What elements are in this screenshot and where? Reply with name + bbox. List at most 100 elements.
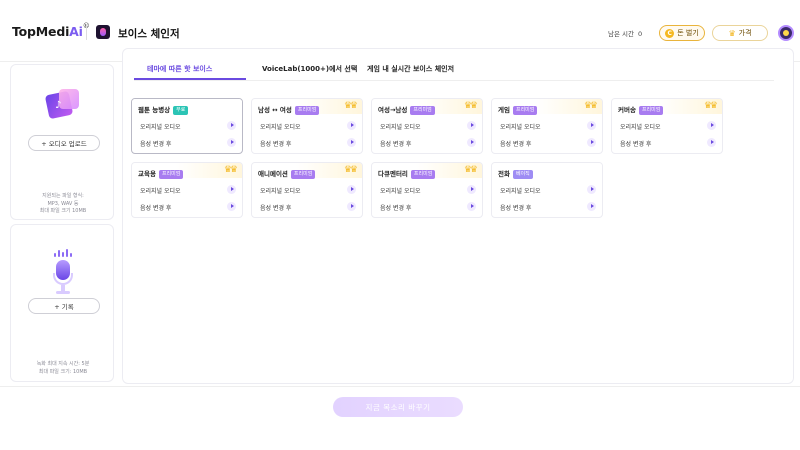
tab-realtime-game[interactable]: 게임 내 실시간 보이스 체인저	[367, 64, 454, 74]
voice-card[interactable]: 남성 ↔ 여성 프리미엄 ♛♛ 오리지널 오디오음성 변경 후	[251, 98, 363, 154]
play-icon[interactable]	[467, 121, 476, 130]
voice-card-header: 여성→남성 프리미엄 ♛♛	[372, 99, 482, 115]
voice-card-header: 애니메이션 프리미엄 ♛♛	[252, 163, 362, 179]
upload-audio-card: ♪ + 오디오 업로드 지원되는 파일 형식: MP3, WAV 등 최대 파일…	[10, 64, 114, 220]
pricing-label: 가격	[738, 29, 752, 37]
play-icon[interactable]	[347, 202, 356, 211]
voice-card[interactable]: 전화 베이직오리지널 오디오음성 변경 후	[491, 162, 603, 218]
plan-badge: 프리미엄	[158, 170, 184, 179]
original-audio-row: 오리지널 오디오	[500, 120, 596, 132]
footer-divider	[0, 386, 800, 387]
converted-audio-row: 음성 변경 후	[500, 137, 596, 149]
header-divider	[86, 24, 87, 40]
logo-ai-text: Ai	[69, 24, 83, 39]
audio-row-label: 오리지널 오디오	[500, 188, 541, 195]
audio-row-label: 음성 변경 후	[500, 205, 532, 212]
audio-row-label: 음성 변경 후	[380, 205, 412, 212]
play-icon[interactable]	[587, 202, 596, 211]
audio-row-label: 오리지널 오디오	[380, 188, 421, 195]
crown-icon: ♛♛	[583, 101, 598, 111]
app-logo[interactable]: TopMediAi®	[12, 22, 90, 39]
original-audio-row: 오리지널 오디오	[500, 184, 596, 196]
play-icon[interactable]	[227, 138, 236, 147]
voice-card-header: 남성 ↔ 여성 프리미엄 ♛♛	[252, 99, 362, 115]
tab-hot-voices[interactable]: 테마에 따른 핫 보이스	[147, 64, 212, 74]
play-icon[interactable]	[707, 121, 716, 130]
original-audio-row: 오리지널 오디오	[260, 184, 356, 196]
play-icon[interactable]	[227, 202, 236, 211]
converted-audio-row: 음성 변경 후	[260, 201, 356, 213]
tabs-divider	[134, 80, 774, 81]
play-icon[interactable]	[587, 185, 596, 194]
record-hint: 녹화 최대 지속 시간: 5분 최대 파일 크기: 10MB	[36, 361, 90, 375]
voice-card-title: 게임 프리미엄	[498, 104, 538, 115]
audio-row-label: 오리지널 오디오	[500, 124, 541, 131]
tab-voicelab[interactable]: VoiceLab(1000+)에서 선택	[262, 64, 357, 74]
converted-audio-row: 음성 변경 후	[380, 201, 476, 213]
converted-audio-row: 음성 변경 후	[380, 137, 476, 149]
play-icon[interactable]	[587, 121, 596, 130]
plan-badge: 무료	[173, 106, 189, 115]
converted-audio-row: 음성 변경 후	[260, 137, 356, 149]
audio-row-label: 음성 변경 후	[620, 141, 652, 148]
original-audio-row: 오리지널 오디오	[620, 120, 716, 132]
voice-card-title-text: 웹툰 능병상	[138, 106, 171, 114]
voice-card[interactable]: 애니메이션 프리미엄 ♛♛ 오리지널 오디오음성 변경 후	[251, 162, 363, 218]
app-title: 보이스 체인저	[118, 28, 180, 40]
audio-row-label: 오리지널 오디오	[140, 124, 181, 131]
play-icon[interactable]	[707, 138, 716, 147]
plan-badge: 프리미엄	[410, 106, 435, 115]
audio-row-label: 오리지널 오디오	[260, 124, 301, 131]
record-button[interactable]: + 기록	[28, 298, 100, 314]
original-audio-row: 오리지널 오디오	[140, 184, 236, 196]
play-icon[interactable]	[467, 202, 476, 211]
audio-row-label: 음성 변경 후	[500, 141, 532, 148]
voice-card-title: 웹툰 능병상 무료	[138, 104, 189, 115]
play-icon[interactable]	[347, 185, 356, 194]
voice-card[interactable]: 게임 프리미엄 ♛♛ 오리지널 오디오음성 변경 후	[491, 98, 603, 154]
voice-card-title-text: 게임	[498, 106, 510, 114]
microphone-icon	[52, 249, 74, 295]
voice-card-title: 교육용 프리미엄	[138, 168, 184, 179]
original-audio-row: 오리지널 오디오	[260, 120, 356, 132]
voice-card-header: 전화 베이직	[492, 163, 602, 179]
plan-badge: 베이직	[512, 170, 533, 179]
pricing-button[interactable]: ♛ 가격	[712, 25, 768, 41]
voice-card-title: 남성 ↔ 여성 프리미엄	[258, 104, 320, 115]
voice-card[interactable]: 다큐멘터리 프리미엄 ♛♛ 오리지널 오디오음성 변경 후	[371, 162, 483, 218]
voice-card-title: 여성→남성 프리미엄	[378, 104, 435, 115]
voice-card-header: 다큐멘터리 프리미엄 ♛♛	[372, 163, 482, 179]
remaining-time: 남은 시간 0	[608, 28, 642, 38]
upload-audio-button[interactable]: + 오디오 업로드	[28, 135, 100, 151]
audio-row-label: 오리지널 오디오	[260, 188, 301, 195]
logo-text: TopMedi	[12, 24, 70, 39]
original-audio-row: 오리지널 오디오	[380, 120, 476, 132]
voice-card[interactable]: 커버송 프리미엄 ♛♛ 오리지널 오디오음성 변경 후	[611, 98, 723, 154]
convert-voice-button[interactable]: 지금 목소리 바꾸기	[333, 397, 463, 417]
voice-card-title: 전화 베이직	[498, 168, 533, 179]
play-icon[interactable]	[467, 185, 476, 194]
voice-card-title: 다큐멘터리 프리미엄	[378, 168, 436, 179]
play-icon[interactable]	[587, 138, 596, 147]
play-icon[interactable]	[467, 138, 476, 147]
play-icon[interactable]	[227, 185, 236, 194]
voice-card[interactable]: 웹툰 능병상 무료오리지널 오디오음성 변경 후	[131, 98, 243, 154]
source-panel: ♪ + 오디오 업로드 지원되는 파일 형식: MP3, WAV 등 최대 파일…	[10, 64, 114, 382]
user-avatar[interactable]	[778, 25, 794, 41]
voice-card[interactable]: 교육용 프리미엄 ♛♛ 오리지널 오디오 음성 변경 후	[131, 162, 243, 218]
audio-file-icon: ♪	[44, 87, 81, 121]
audio-row-label: 오리지널 오디오	[620, 124, 661, 131]
original-audio-row: 오리지널 오디오	[140, 120, 236, 132]
play-icon[interactable]	[347, 138, 356, 147]
play-icon[interactable]	[347, 121, 356, 130]
voice-card-title: 커버송 프리미엄	[618, 104, 664, 115]
voice-card-title-text: 전화	[498, 170, 510, 178]
play-icon[interactable]	[227, 121, 236, 130]
plan-badge: 프리미엄	[410, 170, 436, 179]
crown-icon: ♛♛	[703, 101, 718, 111]
voice-card[interactable]: 여성→남성 프리미엄 ♛♛ 오리지널 오디오음성 변경 후	[371, 98, 483, 154]
audio-row-label: 음성 변경 후	[140, 141, 172, 148]
audio-row-label: 음성 변경 후	[140, 205, 172, 212]
original-audio-row: 오리지널 오디오	[380, 184, 476, 196]
earn-coins-button[interactable]: C 돈 벌기	[659, 25, 705, 41]
